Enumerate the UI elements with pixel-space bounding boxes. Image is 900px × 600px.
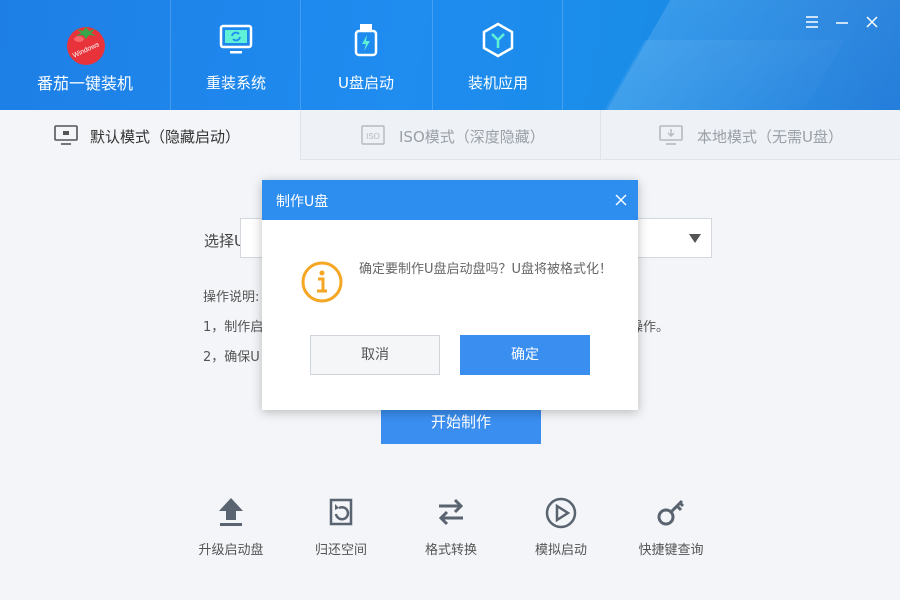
info-warning-icon — [301, 261, 343, 303]
dialog-title: 制作U盘 — [276, 194, 329, 210]
close-icon[interactable] — [614, 193, 628, 207]
make-usb-dialog: 制作U盘 确定要制作U盘启动盘吗？U盘将被格式化！ 取消 确定 — [262, 180, 638, 410]
confirm-button[interactable]: 确定 — [460, 335, 590, 375]
modal-overlay: 制作U盘 确定要制作U盘启动盘吗？U盘将被格式化！ 取消 确定 — [0, 0, 900, 600]
cancel-button[interactable]: 取消 — [310, 335, 440, 375]
dialog-message: 确定要制作U盘启动盘吗？U盘将被格式化！ — [359, 262, 613, 277]
dialog-header: 制作U盘 — [262, 180, 638, 220]
